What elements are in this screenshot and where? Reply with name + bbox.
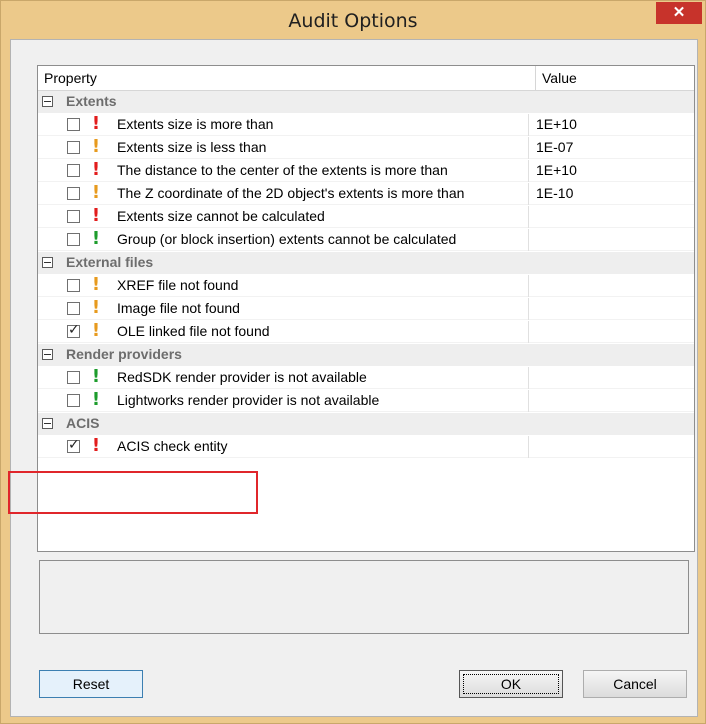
ok-button[interactable]: OK [459, 670, 563, 698]
check-checkbox[interactable] [67, 141, 80, 154]
property-label: The distance to the center of the extent… [117, 162, 448, 178]
description-panel [39, 560, 689, 634]
collapse-icon[interactable] [42, 349, 53, 360]
severity-green-icon: ! [91, 228, 101, 249]
column-divider [528, 114, 529, 136]
property-label: Lightworks render provider is not availa… [117, 392, 380, 408]
title-bar[interactable]: Audit Options ✕ [1, 1, 705, 39]
column-divider [528, 321, 529, 343]
reset-button[interactable]: Reset [39, 670, 143, 698]
column-divider [528, 436, 529, 458]
column-divider [528, 206, 529, 228]
check-checkbox[interactable] [67, 302, 80, 315]
severity-orange-icon: ! [91, 297, 101, 318]
property-row[interactable]: ! RedSDK render provider is not available [38, 367, 694, 389]
severity-green-icon: ! [91, 389, 101, 410]
check-checkbox[interactable] [67, 322, 80, 338]
check-checkbox[interactable] [67, 118, 80, 131]
category-row[interactable]: External files [38, 252, 694, 274]
property-row[interactable]: ! Extents size cannot be calculated [38, 206, 694, 228]
severity-orange-icon: ! [91, 136, 101, 157]
column-divider [528, 229, 529, 251]
column-divider [528, 275, 529, 297]
property-label: Extents size is more than [117, 116, 274, 132]
severity-orange-icon: ! [91, 274, 101, 295]
column-divider [528, 390, 529, 412]
close-button[interactable]: ✕ [656, 2, 702, 24]
column-divider [528, 367, 529, 389]
property-grid: Property Value Extents! Extents size is m… [37, 65, 695, 552]
property-value[interactable]: 1E+10 [536, 162, 577, 178]
category-row[interactable]: Render providers [38, 344, 694, 366]
category-row[interactable]: Extents [38, 91, 694, 113]
column-divider [528, 183, 529, 205]
category-label: Extents [66, 93, 117, 109]
property-row[interactable]: ! Image file not found [38, 298, 694, 320]
property-label: OLE linked file not found [117, 323, 270, 339]
property-value[interactable]: 1E-10 [536, 185, 573, 201]
column-divider [528, 137, 529, 159]
property-label: Extents size is less than [117, 139, 267, 155]
check-checkbox[interactable] [67, 394, 80, 407]
property-label: The Z coordinate of the 2D object's exte… [117, 185, 465, 201]
property-row[interactable]: ! Extents size is more than 1E+10 [38, 114, 694, 136]
cancel-button[interactable]: Cancel [583, 670, 687, 698]
check-checkbox[interactable] [67, 437, 80, 453]
column-header-property[interactable]: Property [38, 66, 536, 91]
property-row[interactable]: ! Group (or block insertion) extents cann… [38, 229, 694, 251]
property-row[interactable]: ! XREF file not found [38, 275, 694, 297]
property-row[interactable]: ! OLE linked file not found [38, 321, 694, 343]
check-checkbox[interactable] [67, 210, 80, 223]
property-row[interactable]: ! Lightworks render provider is not avail… [38, 390, 694, 412]
property-label: XREF file not found [117, 277, 239, 293]
property-label: Extents size cannot be calculated [117, 208, 325, 224]
check-checkbox[interactable] [67, 371, 80, 384]
category-row[interactable]: ACIS [38, 413, 694, 435]
check-checkbox[interactable] [67, 164, 80, 177]
focus-rectangle [463, 674, 559, 694]
check-checkbox[interactable] [67, 187, 80, 200]
severity-red-icon: ! [91, 113, 101, 134]
column-divider [528, 160, 529, 182]
property-row[interactable]: ! The distance to the center of the exten… [38, 160, 694, 182]
category-label: External files [66, 254, 154, 270]
dialog-body: Property Value Extents! Extents size is m… [8, 39, 698, 717]
column-divider [528, 298, 529, 320]
close-icon: ✕ [672, 4, 686, 21]
severity-red-icon: ! [91, 159, 101, 180]
property-value[interactable]: 1E+10 [536, 116, 577, 132]
severity-green-icon: ! [91, 366, 101, 387]
property-value[interactable]: 1E-07 [536, 139, 573, 155]
check-checkbox[interactable] [67, 279, 80, 292]
property-label: RedSDK render provider is not available [117, 369, 367, 385]
collapse-icon[interactable] [42, 96, 53, 107]
severity-orange-icon: ! [91, 182, 101, 203]
property-row[interactable]: ! Extents size is less than 1E-07 [38, 137, 694, 159]
check-checkbox[interactable] [67, 233, 80, 246]
dialog-title: Audit Options [288, 10, 418, 32]
severity-orange-icon: ! [91, 320, 101, 341]
property-row[interactable]: ! The Z coordinate of the 2D object's ext… [38, 183, 694, 205]
property-label: Image file not found [117, 300, 240, 316]
severity-red-icon: ! [91, 205, 101, 226]
audit-options-dialog: Audit Options ✕ Property Value Extents! E… [0, 0, 706, 724]
collapse-icon[interactable] [42, 257, 53, 268]
collapse-icon[interactable] [42, 418, 53, 429]
category-label: Render providers [66, 346, 182, 362]
property-row[interactable]: ! ACIS check entity [38, 436, 694, 458]
category-label: ACIS [66, 415, 100, 431]
severity-red-icon: ! [91, 435, 101, 456]
property-label: ACIS check entity [117, 438, 228, 454]
property-label: Group (or block insertion) extents canno… [117, 231, 457, 247]
column-header-value[interactable]: Value [536, 66, 694, 91]
